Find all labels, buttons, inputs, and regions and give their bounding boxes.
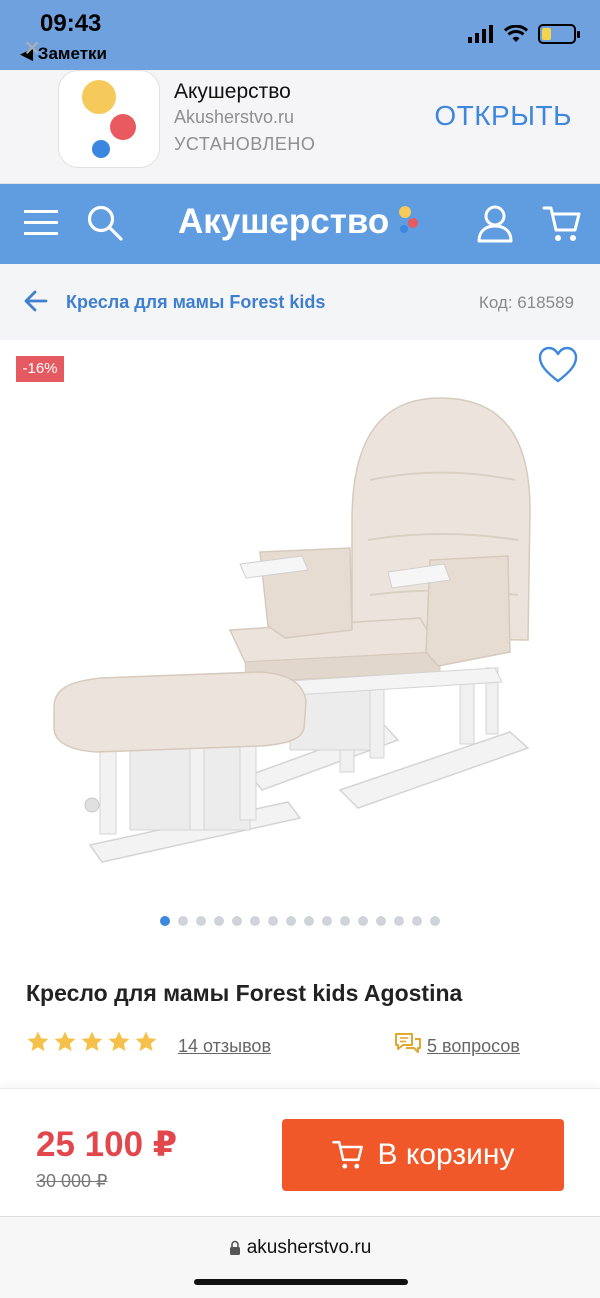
chat-bubbles-icon[interactable] xyxy=(394,1032,422,1056)
wifi-icon xyxy=(504,25,528,42)
user-icon[interactable] xyxy=(476,204,514,244)
breadcrumb: Кресла для мамы Forest kids Код: 618589 xyxy=(0,264,600,340)
status-time: 09:43 xyxy=(40,10,102,37)
gallery-dot[interactable] xyxy=(394,916,404,926)
current-price: 25 100 ₽ xyxy=(36,1125,178,1164)
battery-level xyxy=(542,28,551,40)
url-display[interactable]: akusherstvo.ru xyxy=(0,1237,600,1259)
gallery-dot[interactable] xyxy=(322,916,332,926)
install-status: УСТАНОВЛЕНО xyxy=(174,134,316,154)
questions-link[interactable]: 5 вопросов xyxy=(427,1036,520,1057)
site-header: Акушерство xyxy=(0,184,600,264)
star-icon xyxy=(81,1031,103,1051)
gallery-dot[interactable] xyxy=(358,916,368,926)
star-icon xyxy=(135,1031,157,1051)
gallery-dot[interactable] xyxy=(268,916,278,926)
reviews-link[interactable]: 14 отзывов xyxy=(178,1036,271,1057)
app-icon xyxy=(58,70,160,168)
app-logo xyxy=(82,80,136,158)
cart-icon xyxy=(331,1140,363,1169)
app-url: Akusherstvo.ru xyxy=(174,107,295,127)
browser-url-bar[interactable]: akusherstvo.ru xyxy=(0,1216,600,1298)
rating-stars xyxy=(26,1030,158,1054)
add-to-cart-label: В корзину xyxy=(377,1138,515,1171)
gallery-dot[interactable] xyxy=(160,916,170,926)
gallery-dot[interactable] xyxy=(214,916,224,926)
gallery-pagination xyxy=(0,916,600,926)
back-arrow-icon[interactable] xyxy=(24,290,48,312)
home-indicator[interactable] xyxy=(194,1279,408,1285)
site-logo-text[interactable]: Акушерство xyxy=(178,202,389,242)
product-code: Код: 618589 xyxy=(478,293,574,312)
product-image[interactable] xyxy=(40,390,560,890)
gallery-dot[interactable] xyxy=(232,916,242,926)
breadcrumb-category-link[interactable]: Кресла для мамы Forest kids xyxy=(66,292,325,313)
close-icon[interactable]: × xyxy=(24,34,40,62)
star-icon xyxy=(54,1031,76,1051)
lock-icon xyxy=(229,1240,240,1255)
open-app-button[interactable]: ОТКРЫТЬ xyxy=(434,100,572,132)
purchase-bar: 25 100 ₽ 30 000 ₽ В корзину xyxy=(0,1088,600,1216)
cart-icon[interactable] xyxy=(542,204,582,244)
menu-icon[interactable] xyxy=(24,208,60,238)
gallery-dot[interactable] xyxy=(250,916,260,926)
status-icons xyxy=(468,24,580,44)
old-price: 30 000 ₽ xyxy=(36,1171,108,1191)
logo-dots-icon xyxy=(399,206,418,233)
heart-icon[interactable] xyxy=(538,346,578,384)
app-name: Акушерство xyxy=(174,80,291,103)
product-title: Кресло для мамы Forest kids Agostina xyxy=(26,980,463,1006)
gallery-dot[interactable] xyxy=(412,916,422,926)
discount-badge: -16% xyxy=(16,356,64,382)
gallery-dot[interactable] xyxy=(304,916,314,926)
url-text: akusherstvo.ru xyxy=(246,1237,372,1258)
gallery-dot[interactable] xyxy=(196,916,206,926)
search-icon[interactable] xyxy=(86,204,124,242)
signal-icon xyxy=(468,25,493,43)
gallery-dot[interactable] xyxy=(430,916,440,926)
battery-icon xyxy=(538,24,580,44)
status-bar: 09:43 ◀ Заметки xyxy=(0,0,600,70)
add-to-cart-button[interactable]: В корзину xyxy=(282,1119,564,1191)
gallery-dot[interactable] xyxy=(286,916,296,926)
gallery-dot[interactable] xyxy=(178,916,188,926)
gallery-dot[interactable] xyxy=(340,916,350,926)
gallery-dot[interactable] xyxy=(376,916,386,926)
star-icon xyxy=(27,1031,49,1051)
star-icon xyxy=(108,1031,130,1051)
